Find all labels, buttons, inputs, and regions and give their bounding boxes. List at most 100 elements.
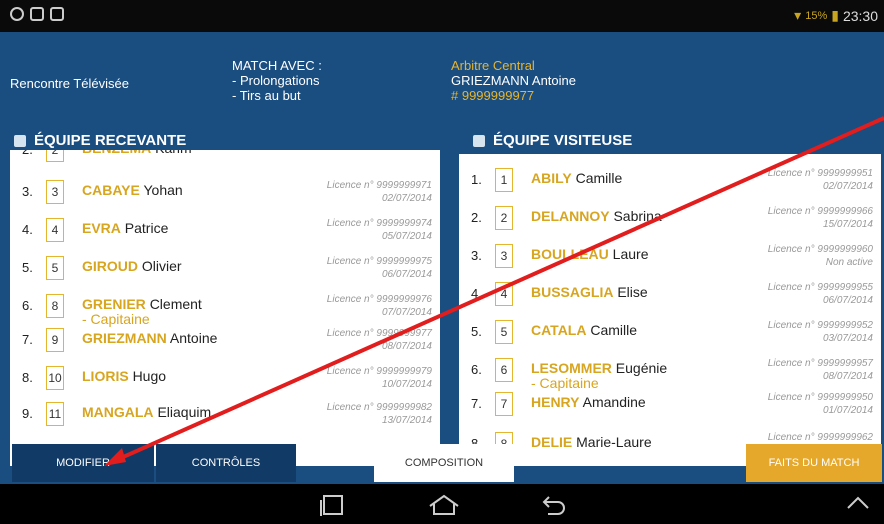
- player-name: GRIEZMANN Antoine: [82, 331, 217, 346]
- licence-date: 01/07/2014: [822, 405, 873, 416]
- player-row[interactable]: 7. 7 HENRY Amandine Licence n° 9999999950 0…: [459, 386, 881, 422]
- shirt-number[interactable]: 5: [495, 320, 513, 344]
- licence-date: 13/07/2014: [381, 415, 432, 426]
- match-avec-title: MATCH AVEC :: [232, 58, 322, 73]
- home-team-header[interactable]: ÉQUIPE RECEVANTE: [14, 132, 186, 149]
- licence-date: 08/07/2014: [381, 341, 432, 352]
- player-row[interactable]: 1. 1 ABILY Camille Licence n° 9999999951 02…: [459, 162, 881, 198]
- eye-icon: [10, 7, 24, 21]
- player-row[interactable]: 7. 9 GRIEZMANN Antoine Licence n° 99999999…: [10, 322, 440, 358]
- player-last-name: GIROUD: [82, 258, 138, 274]
- player-row[interactable]: 6. 6 LESOMMER Eugénie - Capitaine Licence n…: [459, 352, 881, 391]
- arbitre-info: Arbitre Central GRIEZMANN Antoine # 9999…: [451, 58, 576, 103]
- licence-number: Licence n° 9999999974: [326, 218, 432, 229]
- player-first-name: Yohan: [143, 182, 183, 198]
- player-row[interactable]: 4. 4 EVRA Patrice Licence n° 9999999974 05/…: [10, 212, 440, 248]
- player-name: MANGALA Eliaquim: [82, 405, 211, 420]
- player-name: BENZEMA Karim: [82, 150, 192, 156]
- recent-apps-icon[interactable]: [320, 494, 346, 516]
- shirt-number[interactable]: 4: [46, 218, 64, 242]
- player-last-name: EVRA: [82, 220, 121, 236]
- faits-du-match-button[interactable]: FAITS DU MATCH: [746, 444, 882, 482]
- licence-number: Licence n° 9999999976: [326, 294, 432, 305]
- player-index: 2.: [22, 150, 33, 157]
- shirt-number[interactable]: 9: [46, 328, 64, 352]
- player-row[interactable]: 9. 11 MANGALA Eliaquim Licence n° 99999999…: [10, 396, 440, 432]
- controles-button[interactable]: CONTRÔLES: [156, 444, 296, 482]
- licence-date: 03/07/2014: [822, 333, 873, 344]
- player-row[interactable]: 5. 5 CATALA Camille Licence n° 9999999952 0…: [459, 314, 881, 350]
- licence-info: Licence n° 9999999975 06/07/2014: [327, 255, 432, 281]
- shirt-number[interactable]: 6: [495, 358, 513, 382]
- player-index: 7.: [22, 332, 33, 347]
- player-row[interactable]: 3. 3 CABAYE Yohan Licence n° 9999999971 02/…: [10, 174, 440, 210]
- shirt-number[interactable]: 2: [46, 150, 64, 162]
- player-row[interactable]: 8. 10 LIORIS Hugo Licence n° 9999999979 10/…: [10, 360, 440, 396]
- player-first-name: Clement: [149, 296, 202, 312]
- player-first-name: Camille: [575, 170, 623, 186]
- player-name: ABILY Camille: [531, 171, 622, 186]
- licence-date: 15/07/2014: [822, 219, 873, 230]
- shirt-number[interactable]: 10: [46, 366, 64, 390]
- modifier-button[interactable]: MODIFIER: [12, 444, 154, 482]
- player-row[interactable]: 5. 5 GIROUD Olivier Licence n° 9999999975 0…: [10, 250, 440, 286]
- shirt-number[interactable]: 2: [495, 206, 513, 230]
- player-last-name: GRIEZMANN: [82, 330, 167, 346]
- licence-info: Licence n° 9999999951 02/07/2014: [768, 167, 873, 193]
- player-name: DELIE Marie-Laure: [531, 435, 652, 450]
- back-icon[interactable]: [540, 494, 568, 516]
- player-row[interactable]: 6. 8 GRENIER Clement - Capitaine Licence n°…: [10, 288, 440, 327]
- licence-number: Licence n° 9999999950: [767, 392, 873, 403]
- shirt-number[interactable]: 7: [495, 392, 513, 416]
- shirt-number[interactable]: 3: [46, 180, 64, 204]
- licence-date: 08/07/2014: [822, 371, 873, 382]
- team-icon: [473, 134, 485, 147]
- licence-date: Non active: [825, 257, 873, 268]
- player-first-name: Eugénie: [615, 360, 668, 376]
- licence-date: 10/07/2014: [381, 379, 432, 390]
- player-name: LIORIS Hugo: [82, 369, 166, 384]
- player-name: GIROUD Olivier: [82, 259, 182, 274]
- shirt-number[interactable]: 1: [495, 168, 513, 192]
- licence-date: 06/07/2014: [822, 295, 873, 306]
- composition-button[interactable]: COMPOSITION: [374, 444, 514, 482]
- shirt-number[interactable]: 11: [46, 402, 64, 426]
- player-row[interactable]: 2.2BENZEMA Karim 01/07/2014: [10, 150, 440, 168]
- player-first-name: Eliaquim: [157, 404, 212, 420]
- match-option-2: - Tirs au but: [232, 88, 301, 103]
- player-index: 3.: [471, 248, 482, 263]
- licence-number: Licence n° 9999999957: [767, 358, 873, 369]
- match-option-1: - Prolongations: [232, 73, 320, 88]
- arbitre-role: Arbitre Central: [451, 58, 535, 73]
- away-team-header[interactable]: ÉQUIPE VISITEUSE: [473, 132, 632, 149]
- player-row[interactable]: 4. 4 BUSSAGLIA Elise Licence n° 9999999955…: [459, 276, 881, 312]
- licence-number: Licence n° 9999999975: [326, 256, 432, 267]
- player-last-name: CATALA: [531, 322, 587, 338]
- player-first-name: Laure: [612, 246, 649, 262]
- player-index: 4.: [22, 222, 33, 237]
- away-player-list[interactable]: 1. 1 ABILY Camille Licence n° 9999999951 02…: [459, 154, 881, 466]
- player-last-name: BENZEMA: [82, 150, 151, 156]
- player-first-name: Camille: [590, 322, 638, 338]
- shirt-number[interactable]: 3: [495, 244, 513, 268]
- licence-date: 05/07/2014: [381, 231, 432, 242]
- licence-info: Licence n° 9999999952 03/07/2014: [768, 319, 873, 345]
- player-row[interactable]: 3. 3 BOULLEAU Laure Licence n° 9999999960 N…: [459, 238, 881, 274]
- shirt-number[interactable]: 8: [46, 294, 64, 318]
- shirt-number[interactable]: 4: [495, 282, 513, 306]
- player-first-name: Karim: [155, 150, 192, 156]
- player-row[interactable]: 2. 2 DELANNOY Sabrina Licence n° 999999996…: [459, 200, 881, 236]
- licence-info: Licence n° 9999999960 Non active: [768, 243, 873, 269]
- home-player-list[interactable]: 2.2BENZEMA Karim 01/07/20143.3CABAYE Yoh…: [10, 150, 440, 466]
- player-last-name: DELANNOY: [531, 208, 610, 224]
- licence-info: Licence n° 9999999976 07/07/2014: [327, 293, 432, 319]
- licence-info: Licence n° 9999999977 08/07/2014: [327, 327, 432, 353]
- licence-info: Licence n° 9999999979 10/07/2014: [327, 365, 432, 391]
- player-last-name: LESOMMER: [531, 360, 612, 376]
- download-icon: [30, 7, 44, 21]
- shirt-number[interactable]: 5: [46, 256, 64, 280]
- licence-number: Licence n° 9999999979: [326, 366, 432, 377]
- home-icon[interactable]: [428, 494, 460, 516]
- chevron-up-icon[interactable]: [846, 494, 870, 512]
- player-last-name: LIORIS: [82, 368, 129, 384]
